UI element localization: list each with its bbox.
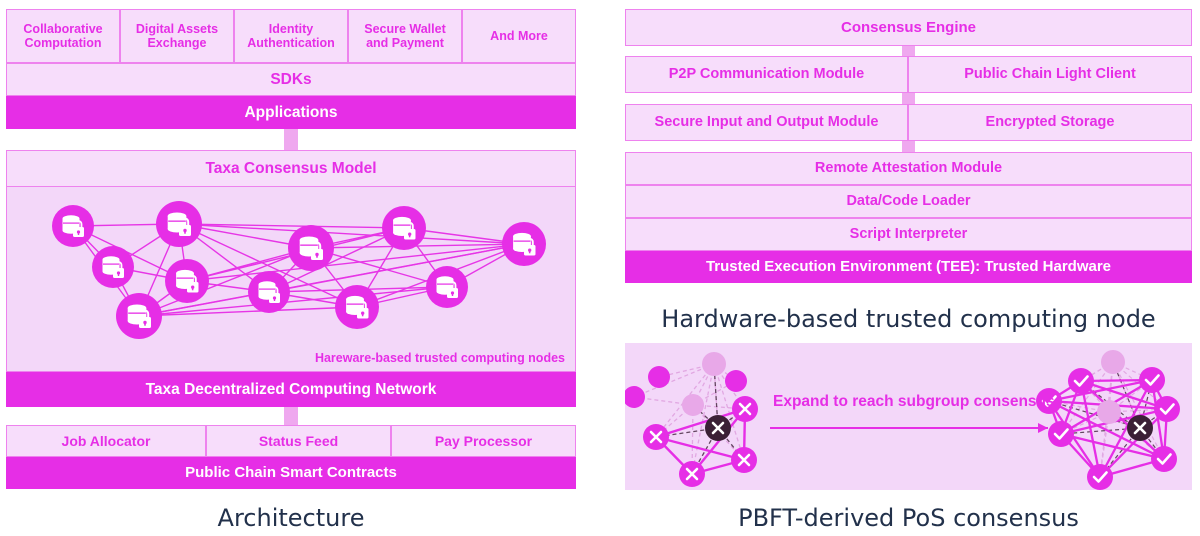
taxa-decentralized-network-row: Taxa Decentralized Computing Network bbox=[6, 372, 576, 407]
pbft-node-check bbox=[1068, 368, 1094, 394]
lower-cell-job-allocator: Job Allocator bbox=[6, 425, 206, 457]
pbft-node-pale bbox=[1097, 400, 1121, 424]
connector-network-to-contracts bbox=[284, 407, 298, 425]
pbft-node-plain bbox=[625, 386, 645, 408]
row-trusted-execution-environment: Trusted Execution Environment (TEE): Tru… bbox=[625, 251, 1192, 283]
pbft-node-cross bbox=[731, 447, 757, 473]
pbft-node-pale bbox=[1101, 350, 1125, 374]
pbft-expand-arrow bbox=[770, 423, 1048, 433]
app-cell-line: Collaborative bbox=[23, 21, 103, 36]
app-cell-line: Exchange bbox=[147, 36, 207, 50]
pbft-right-cluster bbox=[1036, 350, 1180, 490]
row-script-interpreter: Script Interpreter bbox=[625, 218, 1192, 251]
taxa-consensus-model-header: Taxa Consensus Model bbox=[6, 150, 576, 187]
pbft-node-faulty bbox=[1127, 415, 1153, 441]
trusted-node-network-graph bbox=[52, 201, 546, 339]
app-cell-line: Computation bbox=[24, 36, 102, 50]
pbft-consensus-caption: PBFT-derived PoS consensus bbox=[738, 504, 1079, 532]
pbft-node-check bbox=[1087, 464, 1113, 490]
pbft-node-pale bbox=[682, 394, 704, 416]
diagram-root: Collaborative Computation Digital Assets… bbox=[0, 0, 1200, 536]
pbft-node-cross bbox=[643, 424, 669, 450]
pbft-node-plain bbox=[725, 370, 747, 392]
pbft-consensus-panel: Expand to reach subgroup consensus bbox=[625, 343, 1192, 490]
pbft-node-plain bbox=[648, 366, 670, 388]
row-remote-attestation-module: Remote Attestation Module bbox=[625, 152, 1192, 185]
connector-applications-to-consensus bbox=[284, 129, 298, 150]
trusted-computing-network-panel: Hareware-based trusted computing nodes bbox=[6, 187, 576, 372]
pbft-consensus-graph bbox=[625, 350, 1180, 490]
pbft-node-faulty bbox=[705, 415, 731, 441]
app-cell-line: Authentication bbox=[247, 36, 335, 50]
app-cell-digital-assets-exchange: Digital Assets Exchange bbox=[120, 9, 234, 63]
app-cell-line: and Payment bbox=[366, 36, 444, 50]
app-cell-line: Identity bbox=[268, 21, 314, 36]
connector-consensus-to-p2p bbox=[902, 46, 915, 56]
app-cell-collaborative-computation: Collaborative Computation bbox=[6, 9, 120, 63]
public-chain-smart-contracts-row: Public Chain Smart Contracts bbox=[6, 457, 576, 489]
app-cell-line: Digital Assets bbox=[135, 21, 219, 36]
pbft-node-check bbox=[1154, 396, 1180, 422]
pbft-node-check bbox=[1151, 446, 1177, 472]
app-cell-and-more: And More bbox=[462, 9, 576, 63]
trusted-node-caption: Hardware-based trusted computing node bbox=[661, 305, 1156, 333]
pbft-node-cross bbox=[679, 461, 705, 487]
app-cell-line: Secure Wallet bbox=[364, 21, 446, 36]
row-consensus-engine: Consensus Engine bbox=[625, 9, 1192, 46]
app-cell-secure-wallet-and-payment: Secure Wallet and Payment bbox=[348, 9, 462, 63]
pbft-node-check bbox=[1048, 421, 1074, 447]
app-cell-identity-authentication: Identity Authentication bbox=[234, 9, 348, 63]
lower-cell-status-feed: Status Feed bbox=[206, 425, 391, 457]
pbft-node-check bbox=[1139, 367, 1165, 393]
lower-cell-pay-processor: Pay Processor bbox=[391, 425, 576, 457]
row-secure-input-output-module: Secure Input and Output Module bbox=[625, 104, 908, 141]
row-p2p-communication-module: P2P Communication Module bbox=[625, 56, 908, 93]
pbft-left-cluster bbox=[625, 352, 758, 487]
architecture-caption: Architecture bbox=[217, 504, 365, 532]
row-data-code-loader: Data/Code Loader bbox=[625, 185, 1192, 218]
network-node-group bbox=[52, 201, 546, 339]
pbft-node-cross bbox=[732, 396, 758, 422]
pbft-node-pale bbox=[702, 352, 726, 376]
row-public-chain-light-client: Public Chain Light Client bbox=[908, 56, 1192, 93]
network-caption-label: Hareware-based trusted computing nodes bbox=[314, 351, 565, 365]
row-encrypted-storage: Encrypted Storage bbox=[908, 104, 1192, 141]
connector-secure-io-to-attestation bbox=[902, 141, 915, 152]
sdks-row: SDKs bbox=[6, 63, 576, 96]
app-cell-line: And More bbox=[490, 28, 548, 43]
applications-row: Applications bbox=[6, 96, 576, 129]
connector-p2p-to-secure-io bbox=[902, 93, 915, 104]
pbft-arrow-label: Expand to reach subgroup consensus bbox=[773, 393, 1055, 410]
